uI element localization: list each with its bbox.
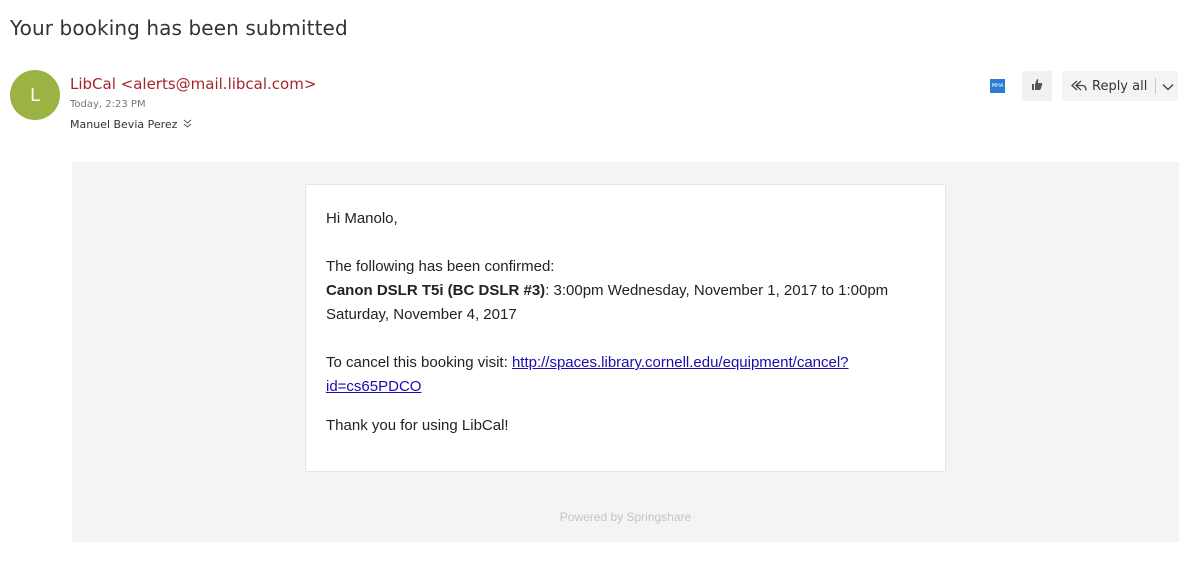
addin-icon[interactable]: MHA xyxy=(990,79,1005,93)
greeting: Hi Manolo, xyxy=(326,210,398,227)
avatar[interactable]: L xyxy=(10,70,60,120)
cancel-line: To cancel this booking visit: http://spa… xyxy=(326,351,925,399)
like-button[interactable] xyxy=(1022,71,1052,101)
powered-by-footer: Powered by Springshare xyxy=(559,510,692,524)
reply-all-label: Reply all xyxy=(1092,78,1148,94)
closing: Thank you for using LibCal! xyxy=(326,417,509,434)
addin-label: MHA xyxy=(991,83,1004,89)
expand-recipients-icon[interactable] xyxy=(183,119,192,131)
sender-name[interactable]: LibCal <alerts@mail.libcal.com> xyxy=(70,75,316,93)
booking-item: Canon DSLR T5i (BC DSLR #3) xyxy=(326,282,546,299)
chevron-down-icon[interactable] xyxy=(1162,81,1174,91)
booking-details: Canon DSLR T5i (BC DSLR #3): 3:00pm Wedn… xyxy=(326,279,925,327)
cancel-text: To cancel this booking visit: xyxy=(326,354,512,371)
reply-all-icon xyxy=(1070,78,1088,94)
message-card: Hi Manolo, The following has been confir… xyxy=(305,184,946,472)
avatar-initial: L xyxy=(29,84,41,106)
timestamp: Today, 2:23 PM xyxy=(70,99,146,110)
email-subject: Your booking has been submitted xyxy=(10,16,348,40)
message-body: Hi Manolo, The following has been confir… xyxy=(72,162,1179,542)
like-icon xyxy=(1030,77,1044,96)
divider xyxy=(1155,78,1157,94)
reply-all-button[interactable]: Reply all xyxy=(1062,71,1178,101)
recipient-line: Manuel Bevia Perez xyxy=(70,118,192,131)
confirmation-intro: The following has been confirmed: xyxy=(326,258,555,275)
recipient-name[interactable]: Manuel Bevia Perez xyxy=(70,118,177,131)
